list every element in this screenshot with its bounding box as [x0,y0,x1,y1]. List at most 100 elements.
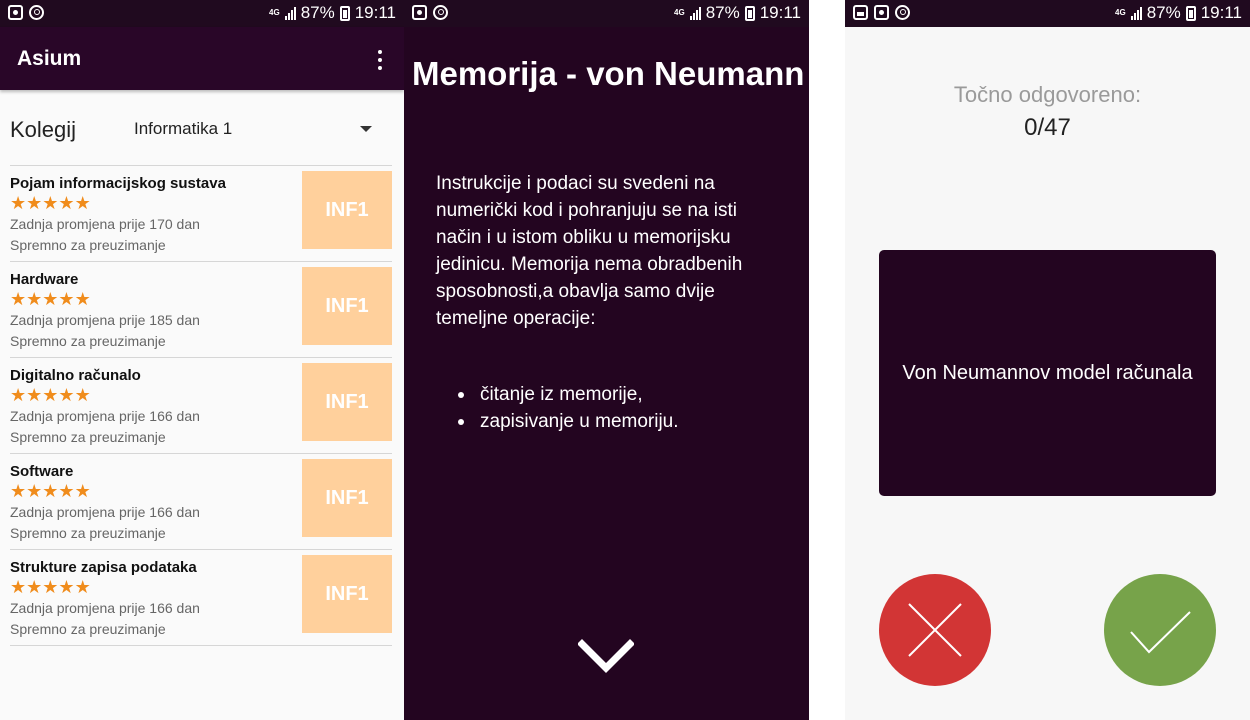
clock: 19:11 [1200,3,1242,22]
battery-icon [339,5,350,21]
star-icon: ★ [10,289,27,310]
course-rating: ★ ★ ★ ★ ★ [10,482,91,502]
course-last-changed: Zadnja promjena prije 166 dan [10,600,200,616]
star-icon: ★ [58,289,75,310]
course-status: Spremno za preuzimanje [10,333,166,349]
course-list-screen: 4G 87% 19:11 Asium Kolegij Informatika 1… [0,0,404,720]
lesson-title: Memorija - von Neumann [412,55,805,92]
battery-percent: 87% [1146,3,1181,22]
signal-icon [284,6,296,20]
flashcard-text: Von Neumannov model računala [902,361,1193,384]
course-rating: ★ ★ ★ ★ ★ [10,194,91,214]
chevron-down-icon[interactable] [578,638,634,674]
signal-icon [1130,6,1142,20]
screenshot-notification-icon [412,5,427,20]
lesson-screen: 4G 87% 19:11 Memorija - von Neumann Inst… [404,0,809,720]
star-icon: ★ [74,577,91,598]
star-icon: ★ [42,481,59,502]
course-badge: INF1 [302,267,392,345]
star-icon: ★ [10,193,27,214]
battery-percent: 87% [705,3,740,22]
course-title: Strukture zapisa podataka [10,559,197,576]
check-icon [1130,611,1191,654]
course-badge: INF1 [302,555,392,633]
star-icon: ★ [10,577,27,598]
course-title: Software [10,463,74,480]
course-list-item[interactable]: Software ★ ★ ★ ★ ★ Zadnja promjena prije 166 d… [10,454,392,550]
wrong-answer-button[interactable] [879,574,991,686]
course-badge: INF1 [302,363,392,441]
star-icon: ★ [26,481,43,502]
star-icon: ★ [26,193,43,214]
app-bar: Asium [0,27,404,90]
lesson-bullet-list: čitanje iz memorije, zapisivanje u memor… [458,381,778,435]
star-icon: ★ [74,481,91,502]
star-icon: ★ [74,385,91,406]
flashcard-screen: 4G 87% 19:11 Točno odgovoreno: 0/47 Von … [845,0,1250,720]
kolegij-dropdown[interactable]: Informatika 1 [134,117,382,143]
course-title: Pojam informacijskog sustava [10,175,226,192]
course-list: Pojam informacijskog sustava ★ ★ ★ ★ ★ Zadnja … [10,165,392,646]
course-last-changed: Zadnja promjena prije 185 dan [10,312,200,328]
status-bar: 4G 87% 19:11 [0,0,404,27]
star-icon: ★ [58,577,75,598]
dropdown-arrow-icon [360,126,372,132]
battery-icon [1185,5,1196,21]
close-icon [908,603,962,657]
course-title: Hardware [10,271,79,288]
star-icon: ★ [58,385,75,406]
kolegij-label: Kolegij [10,117,77,142]
sync-notification-icon [29,5,44,20]
screenshot-notification-icon [8,5,23,20]
network-type: 4G [674,8,685,17]
gallery-notification-icon [853,5,868,20]
sync-notification-icon [433,5,448,20]
star-icon: ★ [26,289,43,310]
star-icon: ★ [58,481,75,502]
flashcard[interactable]: Von Neumannov model računala [879,250,1216,496]
clock: 19:11 [354,3,396,22]
course-list-item[interactable]: Hardware ★ ★ ★ ★ ★ Zadnja promjena prije 185 d… [10,262,392,358]
course-list-item[interactable]: Digitalno računalo ★ ★ ★ ★ ★ Zadnja promjena p… [10,358,392,454]
status-bar: 4G 87% 19:11 [404,0,809,27]
course-rating: ★ ★ ★ ★ ★ [10,290,91,310]
course-last-changed: Zadnja promjena prije 170 dan [10,216,200,232]
course-status: Spremno za preuzimanje [10,525,166,541]
lesson-bullet: zapisivanje u memoriju. [458,408,778,435]
course-list-item[interactable]: Pojam informacijskog sustava ★ ★ ★ ★ ★ Zadnja … [10,166,392,262]
course-last-changed: Zadnja promjena prije 166 dan [10,408,200,424]
lesson-body: Instrukcije i podaci su svedeni na numer… [436,173,743,329]
course-badge: INF1 [302,459,392,537]
score-label: Točno odgovoreno: [953,82,1142,107]
signal-icon [689,6,701,20]
star-icon: ★ [26,577,43,598]
star-icon: ★ [74,193,91,214]
status-bar: 4G 87% 19:11 [845,0,1250,27]
course-last-changed: Zadnja promjena prije 166 dan [10,504,200,520]
star-icon: ★ [26,385,43,406]
star-icon: ★ [42,289,59,310]
course-rating: ★ ★ ★ ★ ★ [10,578,91,598]
course-badge: INF1 [302,171,392,249]
overflow-menu-icon[interactable] [376,50,384,70]
star-icon: ★ [10,481,27,502]
course-rating: ★ ★ ★ ★ ★ [10,386,91,406]
course-title: Digitalno računalo [10,367,141,384]
star-icon: ★ [42,577,59,598]
battery-icon [744,5,755,21]
score-value: 0/47 [1024,114,1071,141]
course-list-item[interactable]: Strukture zapisa podataka ★ ★ ★ ★ ★ Zadnja pro… [10,550,392,646]
course-status: Spremno za preuzimanje [10,429,166,445]
network-type: 4G [269,8,280,17]
screenshot-notification-icon [874,5,889,20]
star-icon: ★ [10,385,27,406]
app-title: Asium [17,47,82,70]
sync-notification-icon [895,5,910,20]
battery-percent: 87% [300,3,335,22]
star-icon: ★ [42,385,59,406]
kolegij-selected-value: Informatika 1 [134,119,233,138]
star-icon: ★ [58,193,75,214]
course-status: Spremno za preuzimanje [10,621,166,637]
star-icon: ★ [74,289,91,310]
correct-answer-button[interactable] [1104,574,1216,686]
